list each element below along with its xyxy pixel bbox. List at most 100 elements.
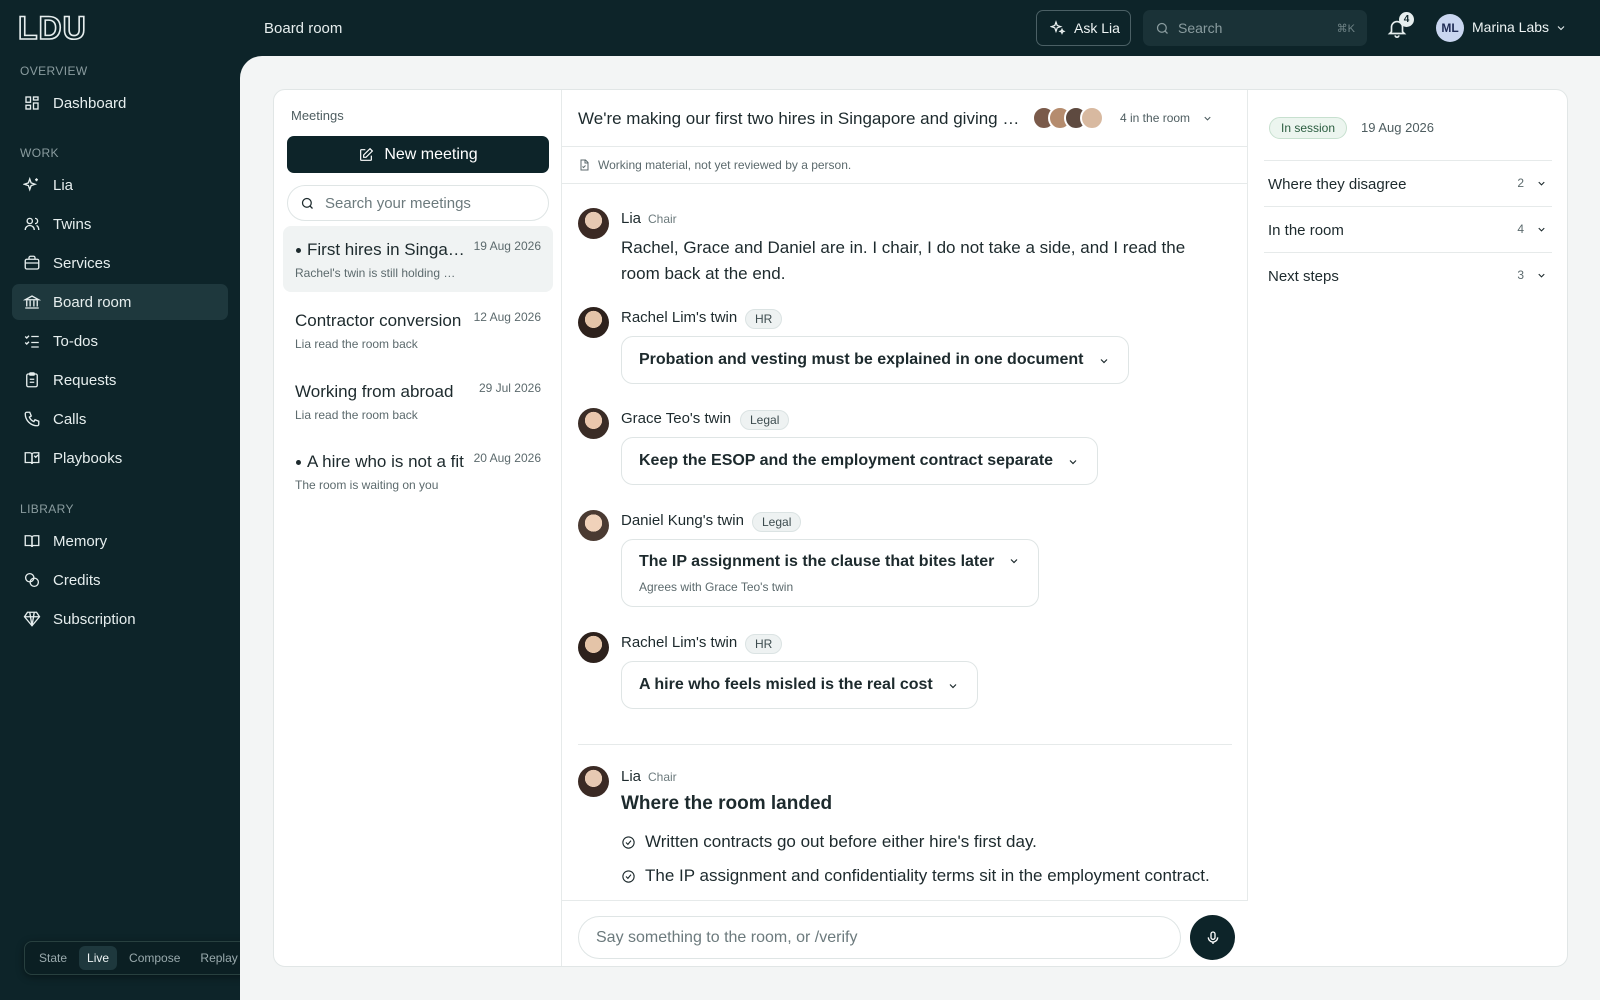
conversation-header: We're making our first two hires in Sing… (562, 90, 1248, 147)
chevron-down-icon (1100, 359, 1107, 364)
sidebar-item-label: Credits (53, 571, 101, 589)
chevron-down-icon[interactable] (1202, 113, 1213, 124)
position-card[interactable]: Keep the ESOP and the employment contrac… (621, 437, 1099, 485)
org-name[interactable]: Marina Labs (1472, 19, 1549, 35)
chevron-down-icon (949, 684, 957, 689)
avatar (578, 307, 609, 338)
new-meeting-label: New meeting (384, 145, 478, 163)
meeting-title: A hire who is not a fit (295, 452, 465, 472)
position-text: A hire who feels misled is the real cost (639, 676, 933, 693)
summary-message: Lia Chair (578, 766, 1228, 797)
summary-heading: Where the room landed (621, 793, 833, 814)
conversation-panel: We're making our first two hires in Sing… (562, 90, 1248, 966)
voice-button[interactable] (1190, 915, 1235, 960)
accordion-next-steps[interactable]: Next steps 3 (1264, 252, 1552, 298)
meeting-subtitle: Lia read the room back (295, 408, 418, 422)
page-title: Board room (264, 20, 343, 37)
compose-icon (360, 147, 374, 161)
accordion-disagreements[interactable]: Where they disagree 2 (1264, 160, 1552, 206)
sidebar-item-label: Lia (53, 176, 74, 194)
meeting-date: 12 Aug 2026 (473, 310, 541, 324)
bank-icon (23, 295, 41, 309)
document-icon (580, 159, 589, 171)
mode-option-compose[interactable]: Compose (121, 946, 188, 970)
sidebar-item-label: Dashboard (53, 94, 127, 112)
chevron-down-icon[interactable] (1555, 22, 1567, 34)
meeting-date: 29 Jul 2026 (478, 381, 541, 395)
sidebar-item-label: Requests (53, 371, 117, 389)
avatar (578, 408, 609, 439)
sidebar-item-board-room[interactable]: Board room (12, 284, 228, 320)
summary-point: The IP assignment and confidentiality te… (621, 866, 1210, 886)
coins-icon (24, 572, 40, 588)
role-tag: Legal (752, 512, 802, 532)
meetings-search-input[interactable]: Search your meetings (287, 185, 549, 221)
position-card[interactable]: The IP assignment is the clause that bit… (621, 539, 1040, 607)
review-notice: Working material, not yet reviewed by a … (562, 147, 1248, 184)
meeting-title: Working from abroad (295, 382, 454, 401)
sidebar-item-credits[interactable]: Credits (12, 562, 228, 598)
logo[interactable]: LDU (18, 12, 96, 42)
meeting-item[interactable]: First hires in Singapore 19 Aug 2026 Rac… (283, 226, 553, 292)
accordion-label: Next steps (1268, 268, 1339, 285)
sidebar-item-requests[interactable]: Requests (12, 362, 228, 398)
phone-icon (24, 411, 40, 427)
details-panel: In session 19 Aug 2026 Where they disagr… (1248, 90, 1567, 966)
users-icon (24, 217, 40, 231)
session-date: 19 Aug 2026 (1361, 120, 1435, 135)
chevron-down-icon (1010, 559, 1018, 564)
mode-option-replay[interactable]: Replay (192, 946, 245, 970)
avatar (1080, 106, 1104, 130)
book-icon (24, 535, 40, 548)
sidebar-item-lia[interactable]: Lia (12, 167, 228, 203)
global-search-input[interactable]: Search ⌘K (1143, 10, 1367, 46)
room-count[interactable]: 4 in the room (1120, 111, 1190, 125)
position-text: The IP assignment is the clause that bit… (639, 553, 995, 570)
accordion-count: 3 (1517, 268, 1524, 282)
search-placeholder: Search (1178, 20, 1223, 36)
message-author: Rachel Lim's twin (621, 309, 738, 326)
user-avatar[interactable]: ML (1436, 14, 1464, 42)
summary-point-text: Written contracts go out before either h… (645, 832, 1037, 851)
mode-option-state[interactable]: State (31, 946, 75, 970)
sidebar-item-label: Services (53, 254, 111, 272)
ask-lia-label: Ask Lia (1074, 20, 1120, 36)
meeting-item[interactable]: Working from abroad 29 Jul 2026 Lia read… (283, 368, 553, 434)
role-tag: Legal (740, 410, 790, 430)
sidebar-item-label: Twins (53, 215, 92, 233)
sidebar-item-dashboard[interactable]: Dashboard (12, 85, 228, 121)
top-bar: LDU Board room Ask Lia Search ⌘K 4 ML Ma… (0, 0, 1600, 56)
avatar (578, 766, 609, 797)
meeting-subtitle: The room is waiting on you (295, 478, 439, 492)
sidebar-item-todos[interactable]: To-dos (12, 323, 228, 359)
meeting-title: Contractor conversion (295, 311, 462, 330)
check-circle-icon (622, 869, 635, 883)
mode-option-live[interactable]: Live (79, 946, 118, 970)
sidebar-item-services[interactable]: Services (12, 245, 228, 281)
book-open-icon (24, 452, 40, 465)
status-badge: In session (1269, 117, 1348, 139)
sidebar-item-subscription[interactable]: Subscription (12, 601, 228, 637)
sidebar-item-memory[interactable]: Memory (12, 523, 228, 559)
position-card[interactable]: A hire who feels misled is the real cost (621, 661, 978, 709)
message: Lia Chair Rachel, Grace and Daniel are i… (578, 208, 1228, 288)
accordion-count: 2 (1517, 176, 1524, 190)
sidebar-item-label: Subscription (53, 610, 136, 628)
new-meeting-button[interactable]: New meeting (287, 136, 549, 173)
message-input[interactable]: Say something to the room, or /verify (578, 916, 1181, 959)
meeting-item[interactable]: Contractor conversion 12 Aug 2026 Lia re… (283, 297, 553, 363)
summary-point: Written contracts go out before either h… (621, 832, 1037, 852)
position-card[interactable]: Probation and vesting must be explained … (621, 336, 1129, 384)
message-text: Rachel, Grace and Daniel are in. I chair… (621, 238, 1186, 283)
accordion-label: Where they disagree (1268, 176, 1407, 193)
accordion-in-the-room[interactable]: In the room 4 (1264, 206, 1552, 252)
participant-avatars[interactable] (1032, 106, 1104, 130)
meeting-item[interactable]: A hire who is not a fit 20 Aug 2026 The … (283, 438, 553, 504)
sidebar-item-twins[interactable]: Twins (12, 206, 228, 242)
ask-lia-button[interactable]: Ask Lia (1036, 10, 1131, 46)
chevron-down-icon (1538, 227, 1545, 232)
sidebar-item-calls[interactable]: Calls (12, 401, 228, 437)
meeting-date: 19 Aug 2026 (473, 239, 541, 253)
meeting-date: 20 Aug 2026 (473, 451, 541, 465)
sidebar-item-playbooks[interactable]: Playbooks (12, 440, 228, 476)
